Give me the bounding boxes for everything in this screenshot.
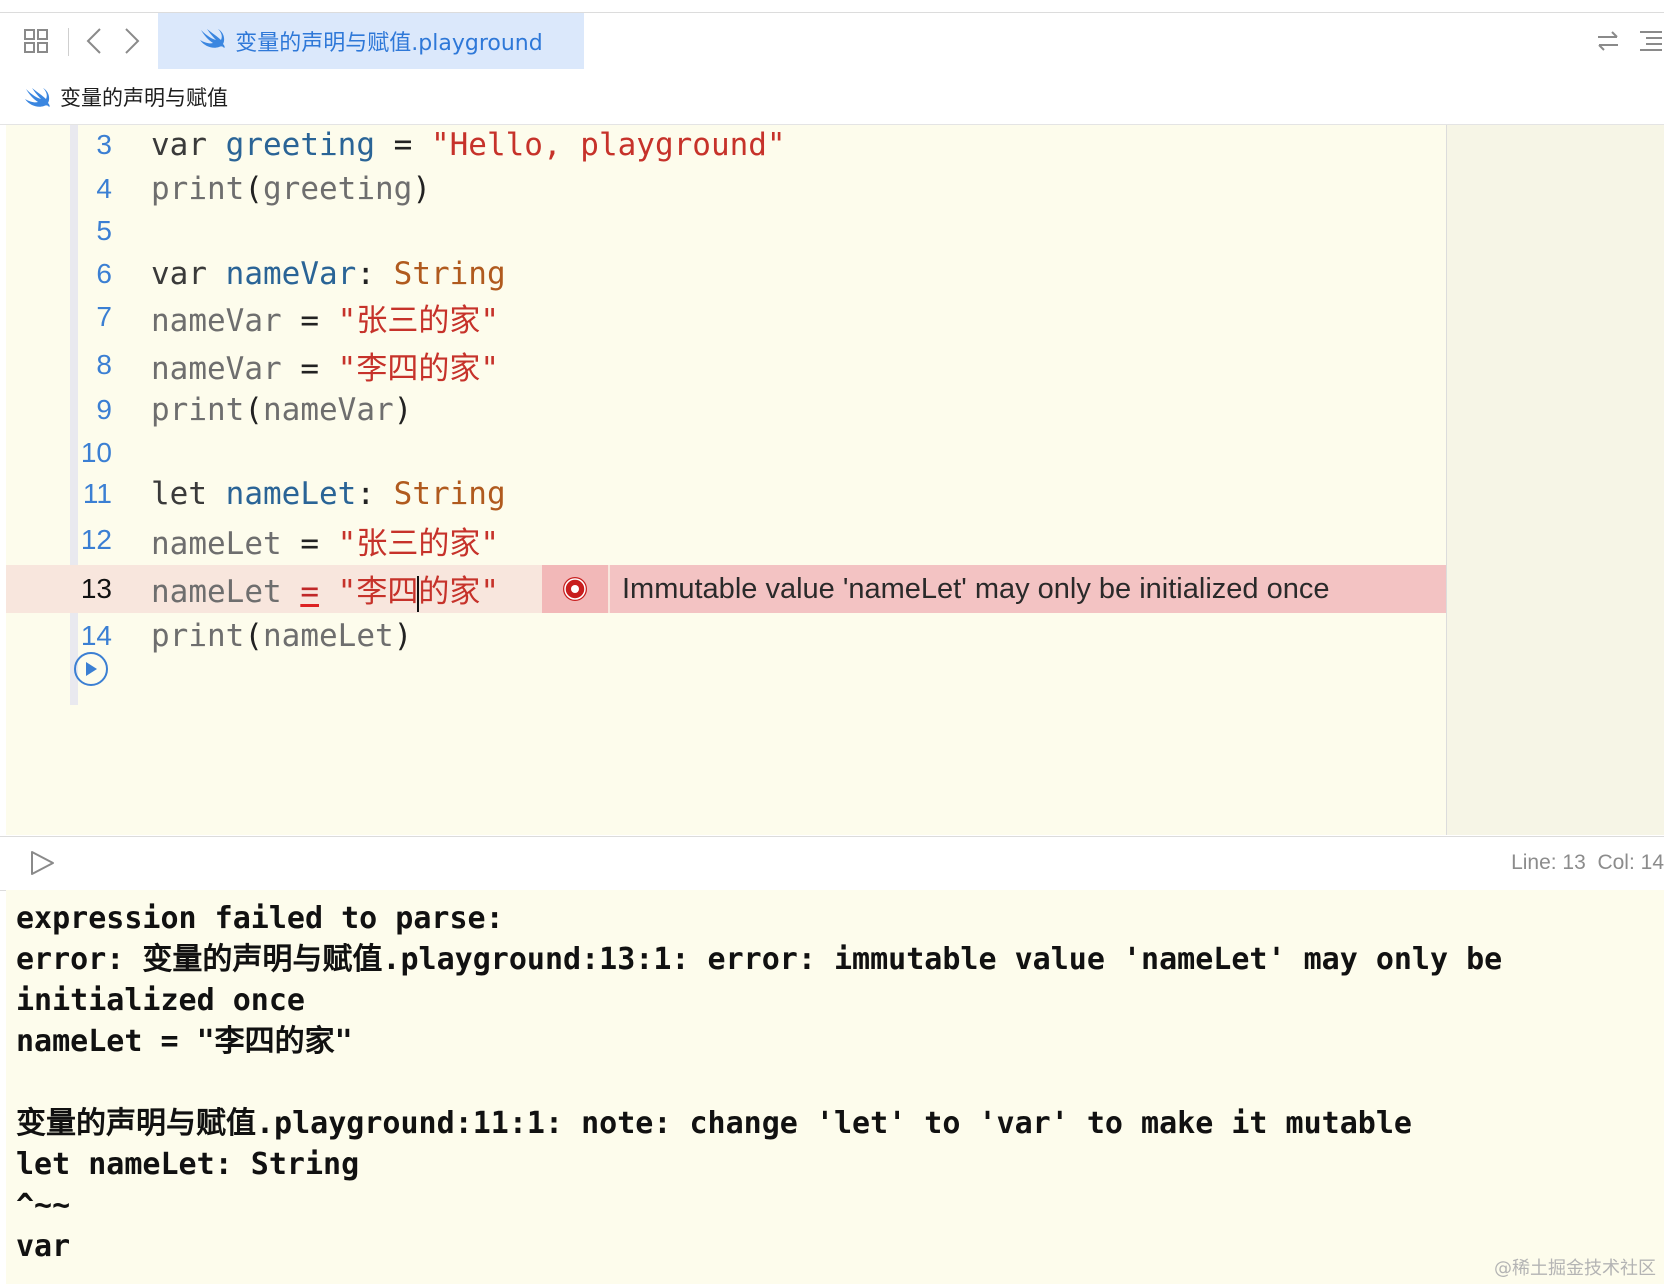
code-line: 11 let nameLet: String: [6, 471, 1446, 517]
results-sidebar: [1446, 125, 1664, 835]
code-line: 14 print(nameLet): [6, 613, 1446, 659]
line-number: 6: [96, 258, 112, 289]
code-text: print(nameVar): [151, 392, 413, 428]
line-number: 10: [80, 437, 112, 468]
play-icon: [86, 662, 97, 676]
code-text: nameVar = "张三的家": [151, 302, 499, 339]
error-message[interactable]: Immutable value 'nameLet' may only be in…: [610, 565, 1448, 613]
line-number: 4: [96, 173, 112, 204]
swift-icon: [24, 86, 50, 108]
line-number: 5: [96, 215, 112, 246]
tab-bar: 变量的声明与赋值.playground: [0, 12, 1664, 70]
code-line: 4 print(greeting): [6, 166, 1446, 212]
code-line-error: 13 nameLet = "李四的家" Immutable value 'nam…: [6, 565, 1448, 613]
code-text: let nameLet: String: [151, 476, 506, 512]
run-to-line-button[interactable]: [74, 652, 108, 686]
back-icon[interactable]: [80, 13, 108, 69]
error-icon: [563, 577, 587, 601]
code-line: 7 nameVar = "张三的家": [6, 294, 1446, 340]
code-line: 5: [6, 208, 1446, 254]
line-number: 14: [80, 620, 112, 651]
line-number: 12: [80, 524, 112, 555]
error-badge[interactable]: [542, 565, 608, 613]
line-number: 3: [96, 129, 112, 160]
code-line: 3 var greeting = "Hello, playground": [6, 125, 1446, 165]
debug-bar: Line: 13 Col: 14: [0, 836, 1664, 891]
breadcrumb: 变量的声明与赋值: [0, 69, 1664, 125]
code-text: var nameVar: String: [151, 256, 506, 292]
watermark: @稀土掘金技术社区: [1494, 1258, 1656, 1279]
tab-playground[interactable]: 变量的声明与赋值.playground: [158, 13, 584, 69]
line-number: 8: [96, 349, 112, 380]
breadcrumb-label[interactable]: 变量的声明与赋值: [60, 82, 228, 112]
line-number: 13: [80, 573, 112, 604]
forward-icon[interactable]: [118, 13, 146, 69]
code-line: 12 nameLet = "张三的家": [6, 517, 1446, 563]
code-text: var greeting = "Hello, playground": [151, 127, 786, 163]
swift-icon: [199, 27, 225, 55]
toolbar-divider: [68, 28, 69, 56]
code-text: nameVar = "李四的家": [151, 350, 499, 387]
list-icon[interactable]: [1638, 13, 1664, 69]
code-text: print(nameLet): [151, 618, 413, 654]
grid-icon[interactable]: [18, 13, 54, 69]
console-output[interactable]: expression failed to parse: error: 变量的声明…: [6, 890, 1664, 1284]
code-line: 10: [6, 430, 1446, 476]
line-number: 7: [96, 301, 112, 332]
line-number: 9: [96, 394, 112, 425]
code-line: 8 nameVar = "李四的家": [6, 342, 1446, 388]
code-text: print(greeting): [151, 171, 431, 207]
swap-icon[interactable]: [1593, 13, 1623, 69]
console-text: expression failed to parse: error: 变量的声明…: [16, 901, 1503, 1264]
code-text: nameLet = "李四的家": [151, 574, 500, 612]
cursor-position: Line: 13 Col: 14: [1511, 851, 1664, 874]
code-editor[interactable]: 3 var greeting = "Hello, playground" 4 p…: [6, 125, 1448, 835]
code-line: 6 var nameVar: String: [6, 251, 1446, 297]
code-text: nameLet = "张三的家": [151, 525, 499, 562]
code-line: 9 print(nameVar): [6, 387, 1446, 433]
tab-title: 变量的声明与赋值.playground: [235, 31, 543, 56]
line-number: 11: [82, 478, 112, 509]
run-icon[interactable]: [28, 849, 56, 881]
